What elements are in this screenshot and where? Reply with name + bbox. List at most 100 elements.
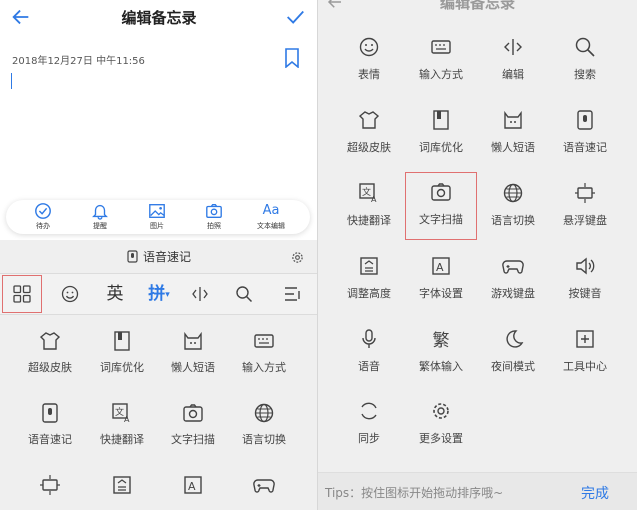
cursor-move-key[interactable] xyxy=(180,274,220,314)
tool-adjust-height[interactable]: 调整高度 xyxy=(333,247,405,311)
tool-night-mode[interactable]: 夜间模式 xyxy=(477,320,549,384)
tool-sync[interactable]: 同步 xyxy=(333,392,405,456)
tool-voice-memo[interactable]: 语音速记 xyxy=(549,101,621,165)
tile-label: 懒人短语 xyxy=(171,361,215,374)
reminder-button[interactable]: 提醒 xyxy=(75,202,125,234)
gamepad-icon xyxy=(253,479,275,493)
tile-language-switch[interactable]: 语言切换 xyxy=(228,396,300,456)
tile-font-settings[interactable]: A xyxy=(157,468,229,510)
tool-input-method[interactable]: 输入方式 xyxy=(405,28,477,92)
tile-label: 语音速记 xyxy=(28,433,72,446)
bell-icon xyxy=(92,204,108,220)
tool-label: 输入方式 xyxy=(419,68,463,81)
microphone-icon xyxy=(362,329,376,348)
tile-adjust-height[interactable] xyxy=(86,468,158,510)
tool-label: 游戏键盘 xyxy=(491,287,535,300)
lazy-cat-icon xyxy=(504,110,522,129)
cursor-move-icon xyxy=(192,287,208,301)
english-key[interactable]: 英 xyxy=(95,274,135,314)
shirt-icon xyxy=(358,111,380,129)
confirm-check-icon[interactable] xyxy=(284,6,306,28)
tool-tool-center[interactable]: 工具中心 xyxy=(549,320,621,384)
floating-keyboard-icon xyxy=(575,183,595,203)
font-icon: A xyxy=(184,476,202,494)
tool-label: 语言切换 xyxy=(491,214,535,227)
tool-voice[interactable]: 语音 xyxy=(333,320,405,384)
collapse-icon xyxy=(285,287,300,301)
keyboard-icon xyxy=(254,334,274,348)
tile-quick-translate[interactable]: 文A 快捷翻译 xyxy=(86,396,158,456)
smiley-icon xyxy=(61,285,79,303)
camera-icon xyxy=(183,404,203,422)
tool-emoji[interactable]: 表情 xyxy=(333,28,405,92)
tool-label: 文字扫描 xyxy=(419,213,463,226)
tile-text-scan[interactable]: 文字扫描 xyxy=(157,396,229,456)
tile-voice-memo[interactable]: 语音速记 xyxy=(14,396,86,456)
tool-lexicon[interactable]: 词库优化 xyxy=(405,101,477,165)
tool-quick-translate[interactable]: 文 A 快捷翻译 xyxy=(333,174,405,238)
tool-search[interactable]: 搜索 xyxy=(549,28,621,92)
translate-icon: 文A xyxy=(359,183,377,204)
tile-lexicon[interactable]: 词库优化 xyxy=(86,324,158,384)
camera-label: 拍照 xyxy=(207,222,221,230)
reminder-label: 提醒 xyxy=(93,222,107,230)
tool-key-sound[interactable]: 按键音 xyxy=(549,247,621,311)
translate-icon: 文A xyxy=(112,403,130,424)
tile-label: 输入方式 xyxy=(242,361,286,374)
font-icon: A xyxy=(432,257,450,275)
right-screen: 编辑备忘录 表情 输入方式 编辑 搜索 超级皮肤 词库优化 懒人短语 语音速记 … xyxy=(318,0,637,510)
tool-edit[interactable]: 编辑 xyxy=(477,28,549,92)
emoji-key[interactable] xyxy=(50,274,90,314)
text-cursor[interactable] xyxy=(11,73,12,89)
keyboard-top-row: 英 拼▾ xyxy=(0,273,318,315)
image-label: 图片 xyxy=(150,222,164,230)
tool-lazy-phrases[interactable]: 懒人短语 xyxy=(477,101,549,165)
tool-traditional-input[interactable]: 繁繁体输入 xyxy=(405,320,477,384)
tool-label: 繁体输入 xyxy=(419,360,463,373)
tile-super-skin[interactable]: 超级皮肤 xyxy=(14,324,86,384)
image-icon xyxy=(149,204,165,218)
cursor-move-icon xyxy=(504,39,522,55)
tool-label: 夜间模式 xyxy=(491,360,535,373)
done-button[interactable]: 完成 xyxy=(581,483,609,503)
tile-input-method[interactable]: 输入方式 xyxy=(228,324,300,384)
tool-label: 工具中心 xyxy=(563,360,607,373)
tool-language-switch[interactable]: 语言切换 xyxy=(477,174,549,238)
tool-super-skin[interactable]: 超级皮肤 xyxy=(333,101,405,165)
globe-icon xyxy=(503,183,523,203)
gear-icon[interactable] xyxy=(291,251,304,264)
text-edit-icon: Aa xyxy=(262,203,280,218)
note-toolbar: 待办 提醒 图片 拍照 Aa 文本编辑 xyxy=(6,200,310,234)
todo-button[interactable]: 待办 xyxy=(18,202,68,234)
gamepad-icon xyxy=(502,260,524,274)
search-icon xyxy=(575,37,595,57)
adjust-height-icon xyxy=(113,476,131,494)
tool-font-settings[interactable]: A 字体设置 xyxy=(405,247,477,311)
voice-memo-bar[interactable]: 语音速记 xyxy=(0,248,318,268)
svg-text:A: A xyxy=(188,480,196,493)
svg-text:文: 文 xyxy=(115,406,124,418)
camera-button[interactable]: 拍照 xyxy=(189,202,239,234)
traditional-chinese-icon: 繁 xyxy=(432,331,450,351)
collapse-keyboard-key[interactable] xyxy=(272,274,312,314)
book-icon xyxy=(114,331,130,351)
tile-label: 词库优化 xyxy=(100,361,144,374)
app-header: 编辑备忘录 xyxy=(0,0,318,34)
pinyin-key[interactable]: 拼▾ xyxy=(139,274,179,314)
image-button[interactable]: 图片 xyxy=(132,202,182,234)
tool-label: 语音 xyxy=(358,360,380,373)
tile-label: 文字扫描 xyxy=(171,433,215,446)
bookmark-icon[interactable] xyxy=(284,48,300,68)
voice-memo-icon xyxy=(577,110,593,130)
tool-text-scan[interactable]: 文字扫描 xyxy=(405,172,477,240)
tool-floating-keyboard[interactable]: 悬浮键盘 xyxy=(549,174,621,238)
tile-lazy-phrases[interactable]: 懒人短语 xyxy=(157,324,229,384)
text-edit-button[interactable]: Aa 文本编辑 xyxy=(246,202,296,234)
tile-game-keyboard[interactable] xyxy=(228,468,300,510)
search-key[interactable] xyxy=(224,274,264,314)
tool-game-keyboard[interactable]: 游戏键盘 xyxy=(477,247,549,311)
tile-floating-keyboard[interactable] xyxy=(14,468,86,510)
tool-more-settings[interactable]: 更多设置 xyxy=(405,392,477,456)
speaker-icon xyxy=(576,257,595,275)
page-title: 编辑备忘录 xyxy=(121,9,197,27)
